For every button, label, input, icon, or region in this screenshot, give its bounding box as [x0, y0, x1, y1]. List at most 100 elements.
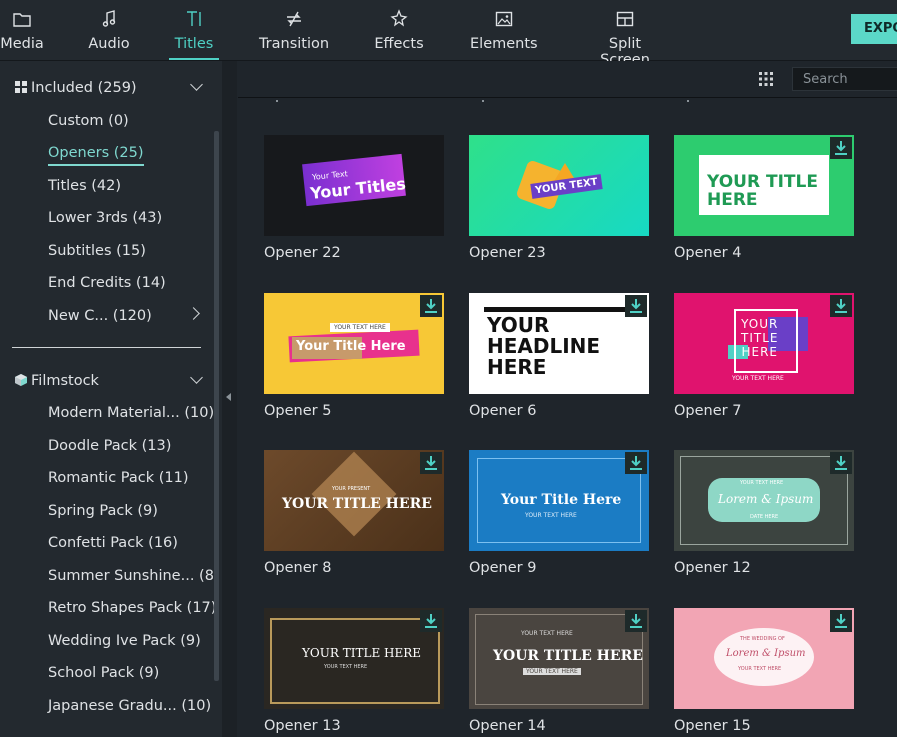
download-button[interactable] — [830, 295, 852, 317]
tab-elements[interactable]: Elements — [470, 8, 538, 60]
opener-thumbnail[interactable]: YOUR TITLE HERE YOUR TEXT HERE — [264, 608, 444, 709]
collapse-sidebar-icon[interactable] — [226, 393, 231, 401]
tab-label: Effects — [374, 36, 424, 52]
download-button[interactable] — [625, 610, 647, 632]
search-input[interactable] — [792, 67, 897, 91]
opener-thumbnail[interactable]: Your Text Your Titles — [264, 135, 444, 236]
thumb-title: YOUR TITLE HERE — [741, 317, 779, 359]
thumb-title: YOUR HEADLINE HERE — [487, 313, 601, 379]
export-button[interactable]: EXPO — [851, 14, 897, 44]
tab-media[interactable]: Media — [0, 8, 44, 60]
sidebar-item-modern-material[interactable]: Modern Material... (10) — [48, 405, 214, 421]
download-button[interactable] — [625, 452, 647, 474]
sidebar-item-school-pack[interactable]: School Pack (9) — [48, 665, 159, 681]
sidebar-item-retro-shapes[interactable]: Retro Shapes Pack (17) — [48, 600, 216, 616]
download-button[interactable] — [625, 295, 647, 317]
download-button[interactable] — [830, 610, 852, 632]
split-screen-icon — [616, 11, 634, 27]
tab-audio[interactable]: Audio — [87, 8, 131, 60]
card-label: Opener 9 — [469, 560, 537, 576]
tab-titles[interactable]: Titles — [169, 8, 219, 60]
download-icon — [630, 456, 642, 470]
sidebar-divider — [12, 347, 201, 348]
category-filmstock[interactable]: Filmstock — [14, 373, 99, 389]
sidebar-item-end-credits[interactable]: End Credits (14) — [48, 275, 166, 291]
sidebar-item-confetti-pack[interactable]: Confetti Pack (16) — [48, 535, 178, 551]
category-included[interactable]: Included (259) — [14, 80, 137, 96]
sidebar-item-romantic-pack[interactable]: Romantic Pack (11) — [48, 470, 189, 486]
download-icon — [425, 614, 437, 628]
tab-effects[interactable]: Effects — [373, 8, 425, 60]
opener-thumbnail[interactable]: THE WEDDING OF Lorem & Ipsum YOUR TEXT H… — [674, 608, 854, 709]
sidebar-item-openers[interactable]: Openers (25) — [48, 145, 144, 166]
thumb-text: YOUR TEXT HERE — [740, 480, 784, 486]
thumb-text: YOUR TEXT HERE — [324, 664, 368, 670]
effects-icon — [390, 9, 408, 27]
sidebar-item-new[interactable]: New C... (120) — [48, 308, 152, 324]
download-icon — [630, 614, 642, 628]
sidebar-item-wedding-ive[interactable]: Wedding Ive Pack (9) — [48, 633, 201, 649]
download-icon — [425, 299, 437, 313]
card-label: Opener 7 — [674, 403, 742, 419]
opener-thumbnail[interactable]: YOUR TEXT — [469, 135, 649, 236]
sidebar-item-subtitles[interactable]: Subtitles (15) — [48, 243, 146, 259]
card-label: Opener 22 — [264, 245, 341, 261]
download-icon — [835, 456, 847, 470]
download-button[interactable] — [420, 295, 442, 317]
music-note-icon — [102, 10, 116, 27]
sidebar-item-doodle-pack[interactable]: Doodle Pack (13) — [48, 438, 171, 454]
opener-thumbnail[interactable]: YOUR TITLE HERE — [674, 135, 854, 236]
scroll-hint-dot — [276, 100, 278, 102]
thumb-title: YOUR TITLE HERE — [282, 496, 432, 512]
thumb-title: YOUR TITLE HERE — [493, 648, 643, 664]
download-button[interactable] — [420, 452, 442, 474]
transition-icon — [287, 11, 301, 27]
thumb-title: Lorem & Ipsum — [726, 648, 806, 659]
sidebar-item-spring-pack[interactable]: Spring Pack (9) — [48, 503, 158, 519]
card-label: Opener 13 — [264, 718, 341, 734]
tab-label: Titles — [174, 36, 214, 52]
image-icon — [495, 11, 512, 27]
tab-label: Audio — [88, 36, 130, 52]
thumb-text: THE WEDDING OF — [740, 636, 785, 642]
card-label: Opener 4 — [674, 245, 742, 261]
thumb-rule — [484, 307, 644, 312]
sidebar-item-summer-sunshine[interactable]: Summer Sunshine... (8) — [48, 568, 220, 584]
sidebar-item-japanese-gradu[interactable]: Japanese Gradu... (10) — [48, 698, 211, 714]
tab-label: Transition — [258, 36, 330, 52]
thumb-frame — [270, 618, 440, 704]
thumb-title: Your Title Here — [296, 339, 406, 354]
opener-thumbnail[interactable]: Your Title Here YOUR TEXT HERE — [469, 450, 649, 551]
download-icon — [835, 614, 847, 628]
grid-view-icon[interactable] — [758, 71, 774, 87]
sidebar-item-custom[interactable]: Custom (0) — [48, 113, 129, 129]
opener-thumbnail[interactable]: YOUR HEADLINE HERE — [469, 293, 649, 394]
thumb-title: Your Title Here — [501, 492, 622, 508]
card-label: Opener 12 — [674, 560, 751, 576]
download-icon — [425, 456, 437, 470]
download-icon — [835, 141, 847, 155]
thumb-text: YOUR TEXT HERE — [525, 512, 577, 519]
opener-thumbnail[interactable]: YOUR TEXT HERE Lorem & Ipsum DATE HERE — [674, 450, 854, 551]
thumb-text: YOUR PRESENT — [332, 486, 371, 492]
tab-split-screen[interactable]: Split Screen — [583, 8, 667, 68]
thumb-title: Lorem & Ipsum — [718, 492, 814, 506]
card-label: Opener 8 — [264, 560, 332, 576]
download-button[interactable] — [830, 452, 852, 474]
scroll-hint-dot — [687, 100, 689, 102]
tab-transition[interactable]: Transition — [258, 8, 330, 60]
opener-thumbnail[interactable]: YOUR TEXT HERE Your Title Here — [264, 293, 444, 394]
category-label: Included (259) — [31, 80, 137, 96]
thumb-text: YOUR TEXT HERE — [738, 666, 782, 672]
category-label: Filmstock — [31, 373, 99, 389]
opener-thumbnail[interactable]: YOUR PRESENT YOUR TITLE HERE — [264, 450, 444, 551]
sidebar-item-lower-3rds[interactable]: Lower 3rds (43) — [48, 210, 162, 226]
opener-thumbnail[interactable]: YOUR TEXT HERE YOUR TITLE HERE YOUR TEXT… — [469, 608, 649, 709]
download-button[interactable] — [830, 137, 852, 159]
download-icon — [630, 299, 642, 313]
download-button[interactable] — [420, 610, 442, 632]
sidebar-item-titles[interactable]: Titles (42) — [48, 178, 121, 194]
thumb-title: YOUR TITLE HERE — [302, 646, 422, 660]
sidebar-scrollbar[interactable] — [214, 131, 219, 681]
opener-thumbnail[interactable]: YOUR TITLE HERE YOUR TEXT HERE — [674, 293, 854, 394]
